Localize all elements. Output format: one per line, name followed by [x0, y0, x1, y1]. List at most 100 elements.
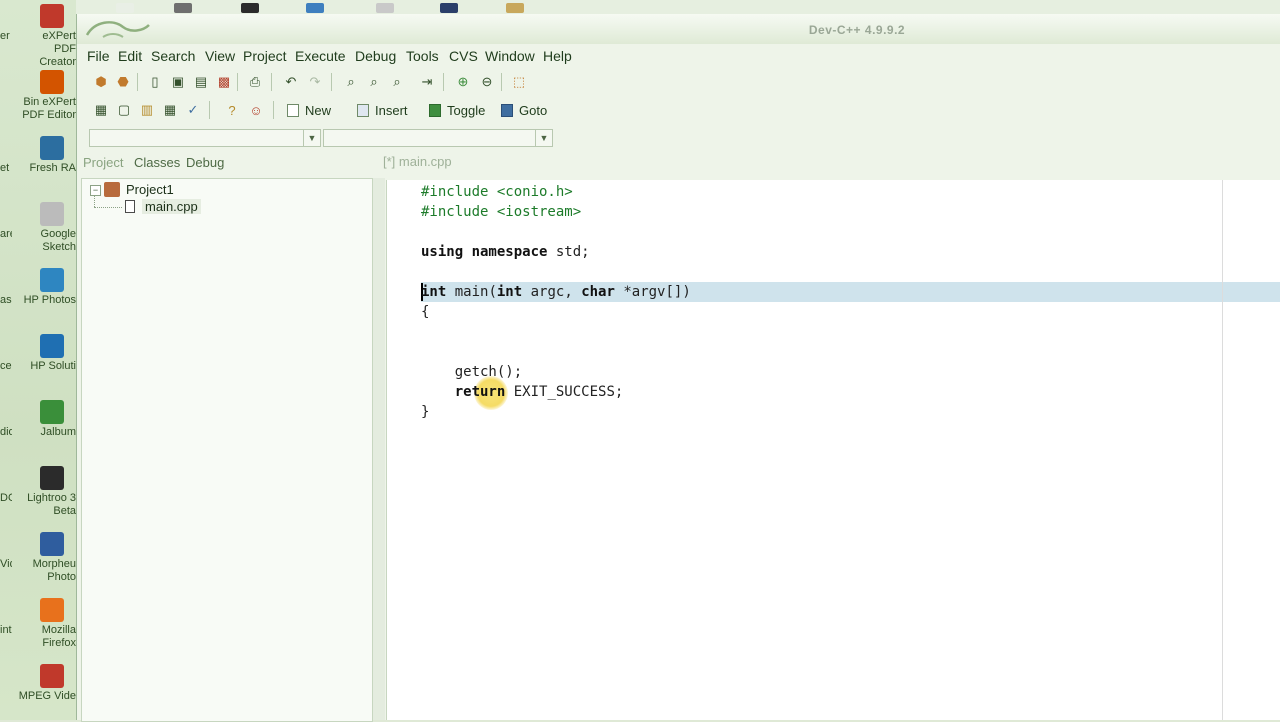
jalbum-icon — [40, 400, 64, 424]
member-select[interactable]: ▼ — [323, 129, 553, 147]
chevron-down-icon[interactable]: ▼ — [303, 130, 320, 146]
code-line[interactable]: return EXIT_SUCCESS; — [421, 382, 624, 402]
window-title: Dev-C++ 4.9.9.2 — [808, 23, 906, 37]
menu-debug[interactable]: Debug — [355, 48, 396, 64]
taskbar-icon[interactable] — [506, 3, 524, 13]
code-line[interactable]: #include <iostream> — [421, 202, 581, 222]
compile-icon[interactable]: ▦ — [91, 100, 111, 120]
menu-bar: File Edit Search View Project Execute De… — [77, 44, 1280, 68]
code-line[interactable]: } — [421, 402, 429, 422]
find-replace-icon[interactable]: ⌕ — [364, 72, 384, 92]
project-node[interactable]: Project1 — [126, 182, 174, 197]
desktop-shortcut[interactable]: Mozilla Firefox int o X — [0, 598, 76, 658]
close-project-icon[interactable]: ⬣ — [113, 72, 133, 92]
goto-label: Goto — [519, 102, 548, 118]
menu-execute[interactable]: Execute — [295, 48, 346, 64]
desktop-shortcut[interactable]: Lightroo 3 Beta DO — [0, 466, 76, 526]
help-icon[interactable]: ? — [222, 100, 242, 120]
new-button[interactable]: New — [287, 100, 331, 120]
code-keyword: using namespace — [421, 244, 548, 260]
desktop-shortcut-label: Morpheu Photo — [32, 558, 76, 583]
code-line[interactable]: using namespace std; — [421, 242, 590, 262]
desktop-shortcut[interactable]: Google Sketch are — [0, 202, 76, 262]
taskbar-icon[interactable] — [440, 3, 458, 13]
insert-icon — [357, 103, 369, 117]
desktop-shortcut[interactable]: HP Soluti ce — [0, 334, 76, 394]
remove-from-project-icon[interactable]: ⊖ — [477, 72, 497, 92]
menu-file[interactable]: File — [87, 48, 110, 64]
code-text: } — [421, 404, 430, 420]
close-file-icon[interactable]: ▩ — [214, 72, 234, 92]
toolbar-divider — [501, 73, 502, 91]
toolbar-divider — [271, 73, 272, 91]
clipped-shortcut-label: are — [0, 228, 12, 240]
find-next-icon[interactable]: ⌕ — [387, 72, 407, 92]
menu-edit[interactable]: Edit — [118, 48, 142, 64]
insert-button[interactable]: Insert — [357, 100, 408, 120]
file-node[interactable]: main.cpp — [142, 199, 201, 214]
code-text: getch(); — [421, 364, 523, 380]
pdf-editor-icon — [40, 70, 64, 94]
code-line[interactable]: getch(); — [421, 362, 522, 382]
code-keyword: return — [454, 384, 506, 400]
print-icon[interactable]: ⎙ — [245, 72, 265, 92]
taskbar-icon[interactable] — [241, 3, 259, 13]
redo-icon[interactable]: ↷ — [305, 72, 325, 92]
run-icon[interactable]: ▢ — [114, 100, 134, 120]
undo-icon[interactable]: ↶ — [281, 72, 301, 92]
tab-classes[interactable]: Classes — [134, 155, 180, 170]
code-editor[interactable]: #include <conio.h> #include <iostream> usi… — [386, 180, 1280, 720]
desktop-shortcut[interactable]: MPEG Vide — [0, 664, 76, 720]
menu-tools[interactable]: Tools — [406, 48, 439, 64]
desktop-shortcut[interactable]: HP Photos ask er — [0, 268, 76, 328]
code-keyword: char — [581, 284, 615, 300]
taskbar-icon[interactable] — [174, 3, 192, 13]
save-all-icon[interactable]: ▤ — [191, 72, 211, 92]
desktop-shortcut[interactable]: Fresh RA et er — [0, 136, 76, 196]
project-options-icon[interactable]: ⬚ — [509, 72, 529, 92]
code-line[interactable]: int main(int argc, char *argv[]) — [421, 282, 691, 302]
goto-line-icon[interactable]: ⇥ — [417, 72, 437, 92]
mpeg-video-icon — [40, 664, 64, 688]
rebuild-all-icon[interactable]: ▦ — [160, 100, 180, 120]
project-tree-panel: − Project1 main.cpp — [81, 178, 373, 722]
new-file-icon[interactable]: ▯ — [145, 72, 165, 92]
tab-project[interactable]: Project — [83, 155, 123, 170]
toggle-button[interactable]: Toggle — [429, 100, 485, 120]
find-icon[interactable]: ⌕ — [341, 72, 361, 92]
goto-button[interactable]: Goto — [501, 100, 547, 120]
class-select[interactable]: ▼ — [89, 129, 321, 147]
compile-run-icon[interactable]: ▥ — [137, 100, 157, 120]
class-browser-bar: ▼ ▼ — [77, 124, 1280, 150]
desktop-strip: eXPert PDF Creator er Bin eXPert PDF Edito… — [0, 0, 76, 720]
tab-debug[interactable]: Debug — [186, 155, 224, 170]
taskbar-icon[interactable] — [116, 3, 134, 13]
code-line[interactable]: #include <conio.h> — [421, 182, 573, 202]
taskbar-icon[interactable] — [306, 3, 324, 13]
desktop-shortcut[interactable]: Morpheu Photo Vid — [0, 532, 76, 592]
secondary-toolbar: ▦ ▢ ▥ ▦ ✓ ? ☺ New Insert Toggle Goto — [77, 96, 1280, 124]
menu-help[interactable]: Help — [543, 48, 572, 64]
toggle-label: Toggle — [447, 102, 486, 118]
debug-check-icon[interactable]: ✓ — [183, 100, 203, 120]
add-to-project-icon[interactable]: ⊕ — [453, 72, 473, 92]
menu-project[interactable]: Project — [243, 48, 287, 64]
desktop-shortcut[interactable]: Bin eXPert PDF Editor — [0, 70, 76, 130]
about-icon[interactable]: ☺ — [246, 100, 266, 120]
menu-window[interactable]: Window — [485, 48, 535, 64]
panel-splitter[interactable] — [373, 178, 385, 720]
fresh-ram-icon — [40, 136, 64, 160]
menu-view[interactable]: View — [205, 48, 235, 64]
save-icon[interactable]: ▣ — [168, 72, 188, 92]
editor-tab-main-cpp[interactable]: [*] main.cpp — [383, 154, 452, 169]
desktop-shortcut[interactable]: Jalbum dio — [0, 400, 76, 460]
desktop-shortcut[interactable]: eXPert PDF Creator er — [0, 4, 76, 68]
open-project-icon[interactable]: ⬢ — [91, 72, 111, 92]
menu-cvs[interactable]: CVS — [449, 48, 478, 64]
code-text: EXIT_SUCCESS; — [505, 384, 624, 400]
tree-connector — [94, 195, 96, 207]
code-line[interactable]: { — [421, 302, 429, 322]
chevron-down-icon[interactable]: ▼ — [535, 130, 552, 146]
taskbar-icon[interactable] — [376, 3, 394, 13]
menu-search[interactable]: Search — [151, 48, 195, 64]
